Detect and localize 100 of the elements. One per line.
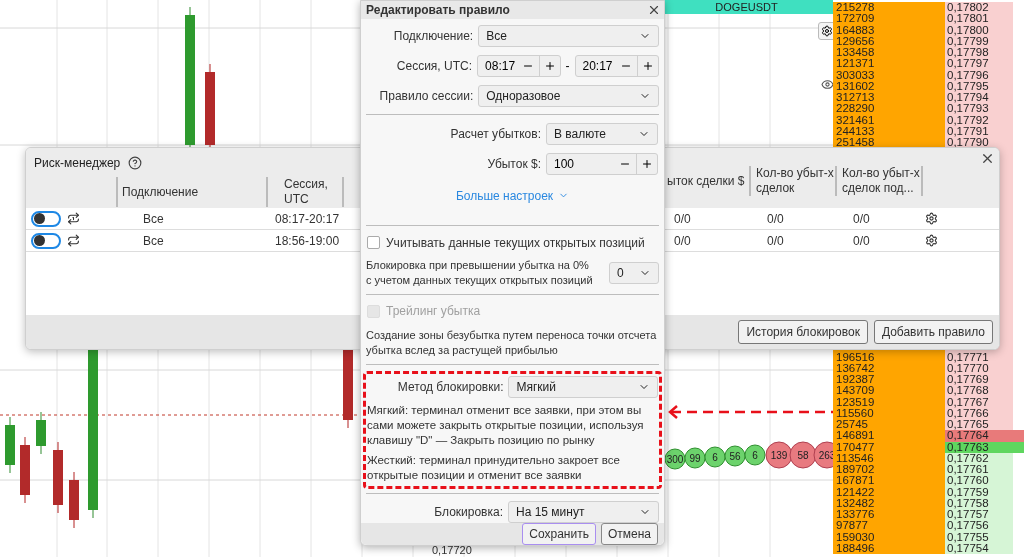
checkbox[interactable]: [367, 236, 380, 250]
price-cell: 0,17755: [945, 531, 1013, 543]
price-axis-label: 0,17720: [432, 544, 472, 556]
settings-icon: [821, 25, 833, 37]
field-label: Метод блокировки:: [396, 379, 504, 397]
price-cell: 0,17767: [945, 396, 1013, 408]
dialog-title: Редактировать правило: [366, 2, 510, 19]
field-label: Убыток $:: [486, 155, 541, 173]
candle: [5, 416, 15, 474]
volume-cell: 192387: [833, 374, 945, 386]
price-cell: 0,17760: [945, 475, 1013, 487]
block-duration-select[interactable]: На 15 минут: [508, 500, 659, 523]
price-cell: 0,17765: [945, 419, 1013, 431]
soft-mode-note: Мягкий: терминал отменит все заявки, при этом вы сами можете закрыть открытые позиции, используя клавишу "D" — Закрыть позицию по рынку: [367, 403, 645, 449]
price-cell: 0,17797: [945, 58, 1013, 70]
price-cell: 0,17802: [945, 2, 1013, 14]
price-cell: 0,17763: [945, 441, 1013, 453]
window-title: Риск-менеджер: [34, 155, 121, 172]
volume-cell: 196516: [833, 351, 945, 363]
price-cell: 0,17769: [945, 374, 1013, 386]
trailing-note: Создание зоны безубытка путем переноса точки отсчета убытка вслед за растущей прибылью: [365, 328, 658, 359]
close-icon[interactable]: [647, 3, 661, 17]
volume-cell: 159030: [833, 531, 945, 543]
volume-cell: 164883: [833, 24, 945, 36]
toolbar-button[interactable]: История блокировок: [738, 320, 868, 344]
volume-cell: 25745: [833, 419, 945, 431]
price-cell: 0,17756: [945, 520, 1013, 532]
settings-icon[interactable]: [925, 234, 938, 247]
price-cell: 0,17761: [945, 464, 1013, 476]
price-cell: 0,17796: [945, 69, 1013, 81]
volume-cell: 312713: [833, 92, 945, 104]
volume-cell: 167871: [833, 475, 945, 487]
volume-cell: 123519: [833, 396, 945, 408]
price-highlight: [1013, 441, 1024, 453]
field-label: Сессия, UTC:: [395, 58, 473, 75]
number-field[interactable]: 100: [546, 152, 658, 175]
table-cell-text: 0/0: [852, 232, 871, 250]
price-highlight: [1013, 430, 1024, 442]
dialog-button[interactable]: Отмена: [600, 522, 658, 545]
volume-cell: 133458: [833, 47, 945, 59]
trade-bubble: 139: [765, 441, 793, 469]
trade-bubble: 56: [724, 445, 746, 467]
price-cell: 0,17792: [945, 114, 1013, 126]
table-cell-text: Все: [142, 232, 165, 250]
field-label: Правило сессии:: [378, 88, 474, 105]
table-cell-text: 08:17-20:17: [274, 210, 340, 228]
plus-icon[interactable]: [642, 60, 654, 72]
plus-icon[interactable]: [641, 157, 653, 170]
trade-bubble: 6: [704, 446, 726, 468]
dialog-button[interactable]: Сохранить: [522, 522, 596, 545]
plus-icon[interactable]: [543, 60, 556, 72]
volume-cell: 97877: [833, 520, 945, 532]
volume-cell: 121371: [833, 58, 945, 70]
volume-cell: 143709: [833, 385, 945, 397]
table-cell-text: 0/0: [673, 232, 692, 250]
table-cell-text: 0/0: [673, 210, 692, 228]
price-cell: 0,17794: [945, 92, 1013, 104]
trade-bubble: 6: [744, 444, 766, 466]
field-label: Расчет убытков:: [449, 125, 541, 143]
toggle-switch[interactable]: [31, 232, 61, 249]
field-label: Подключение:: [392, 28, 474, 45]
price-cell: 0,17790: [945, 137, 1013, 149]
number-field[interactable]: 08:17: [477, 55, 561, 77]
hard-mode-note: Жесткий: терминал принудительно закроет все открытые позиции и отменит все заявки: [367, 453, 621, 484]
toggle-switch[interactable]: [31, 210, 61, 227]
candle: [20, 436, 30, 504]
threshold-select[interactable]: 0: [609, 261, 659, 284]
close-icon[interactable]: [980, 151, 995, 166]
volume-cell: 321461: [833, 114, 945, 126]
toolbar-button[interactable]: Добавить правило: [873, 320, 993, 344]
block-method-select[interactable]: Мягкий: [508, 376, 658, 399]
table-cell-text: 18:56-19:00: [274, 232, 340, 250]
connection-select[interactable]: Все: [478, 25, 659, 47]
volume-cell: 172709: [833, 13, 945, 25]
column-header: Кол-во убыт-х сделок под...: [837, 166, 923, 196]
number-field[interactable]: 20:17: [574, 55, 659, 77]
volume-cell: 215278: [833, 2, 945, 14]
table-cell-text: 0/0: [766, 210, 785, 228]
trade-bubble: 99: [684, 447, 706, 469]
column-header: Кол-во убыт-х сделок: [751, 166, 837, 196]
price-cell: 0,17771: [945, 351, 1013, 363]
price-cell: 0,17801: [945, 13, 1013, 25]
help-icon[interactable]: [128, 156, 143, 170]
price-cell: 0,17757: [945, 509, 1013, 521]
trade-bubble: 58: [789, 441, 817, 469]
loss-calc-select[interactable]: В валюте: [546, 122, 658, 145]
volume-cell: 228290: [833, 103, 945, 115]
price-cell: 0,17764: [945, 430, 1013, 442]
field-label: Блокировка:: [433, 503, 503, 521]
more-settings-link[interactable]: Больше настроек: [455, 186, 570, 205]
range-separator: -: [565, 58, 570, 75]
table-cell-text: 0/0: [766, 232, 785, 250]
session-rule-select[interactable]: Одноразовое: [478, 85, 659, 107]
volume-cell: 170477: [833, 441, 945, 453]
price-cell: 0,17768: [945, 385, 1013, 397]
volume-cell: 303033: [833, 69, 945, 81]
price-cell: 0,17798: [945, 47, 1013, 59]
settings-icon[interactable]: [925, 212, 938, 225]
price-cell: 0,17800: [945, 24, 1013, 36]
eye-icon[interactable]: [821, 78, 834, 91]
